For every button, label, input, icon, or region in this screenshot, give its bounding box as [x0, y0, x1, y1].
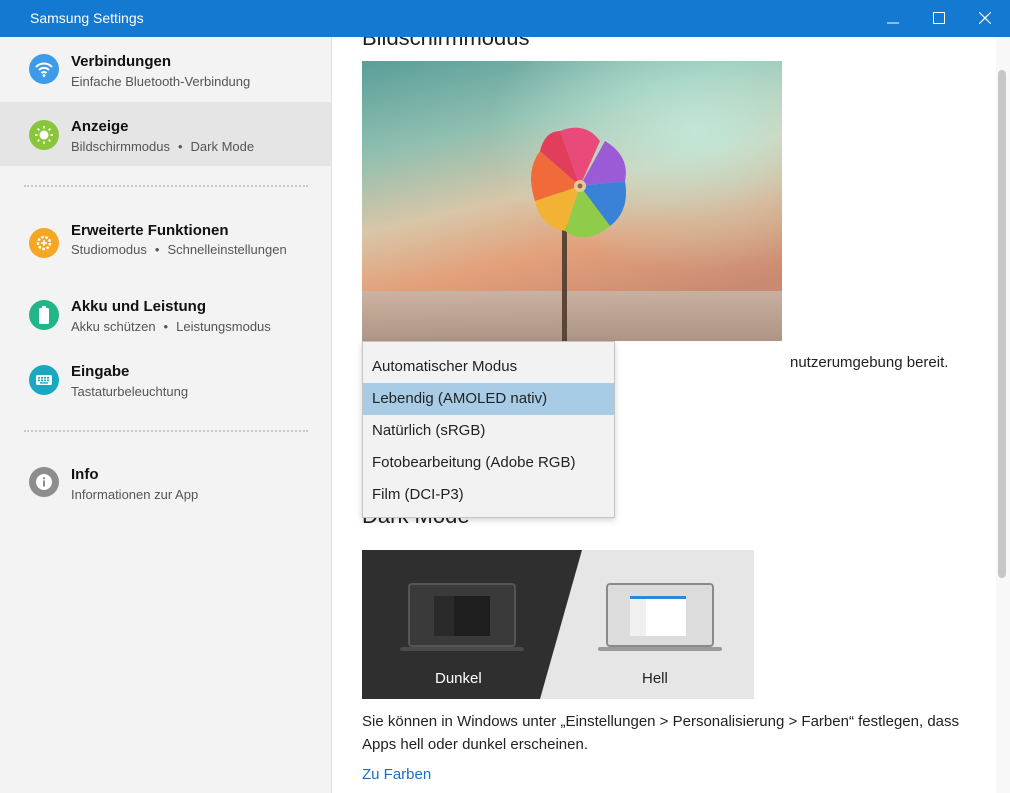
sidebar-item-akku[interactable]: Akku und Leistung Akku schützen • Leistung…: [0, 290, 331, 354]
sidebar-item-subtitle: Tastaturbeleuchtung: [71, 384, 188, 399]
info-icon: [29, 467, 59, 497]
sidebar-item-subtitle: Bildschirmmodus • Dark Mode: [71, 139, 254, 154]
close-icon: [979, 12, 991, 24]
scrollbar-thumb[interactable]: [998, 70, 1006, 578]
sidebar-item-info[interactable]: Info Informationen zur App: [0, 458, 331, 522]
window-title: Samsung Settings: [30, 10, 144, 26]
subtitle-part: Tastaturbeleuchtung: [71, 384, 189, 399]
separator-dot: •: [177, 139, 183, 154]
subtitle-part: Bildschirmmodus: [71, 139, 170, 154]
dropdown-option-film[interactable]: Film (DCI-P3): [363, 479, 614, 511]
sidebar: Verbindungen Einfache Bluetooth-Verbindu…: [0, 37, 332, 793]
dropdown-option-automatic[interactable]: Automatischer Modus: [363, 351, 614, 383]
subtitle-part: Akku schützen: [71, 319, 156, 334]
separator-dot: •: [163, 319, 169, 334]
sidebar-item-anzeige[interactable]: Anzeige Bildschirmmodus • Dark Mode: [0, 102, 331, 166]
dark-mode-info-text: Sie können in Windows unter „Einstellung…: [362, 713, 960, 753]
sidebar-item-subtitle: Akku schützen • Leistungsmodus: [71, 319, 271, 334]
sidebar-divider: [24, 430, 308, 432]
brightness-icon: [29, 120, 59, 150]
subtitle-part: Informationen zur App: [71, 487, 199, 502]
section-heading-display-mode: Bildschirmmodus: [362, 37, 530, 50]
sidebar-item-title: Akku und Leistung: [71, 298, 206, 315]
minimize-button[interactable]: [870, 0, 916, 37]
subtitle-part: Einfache Bluetooth-Verbindung: [71, 74, 251, 89]
display-mode-dropdown[interactable]: Automatischer Modus Lebendig (AMOLED nat…: [362, 341, 615, 518]
dropdown-option-vivid[interactable]: Lebendig (AMOLED nativ): [363, 383, 614, 415]
sidebar-item-verbindungen[interactable]: Verbindungen Einfache Bluetooth-Verbindu…: [0, 37, 331, 101]
sidebar-item-title: Anzeige: [71, 118, 129, 135]
subtitle-part: Dark Mode: [190, 139, 255, 154]
separator-dot: •: [154, 242, 160, 257]
light-option-label[interactable]: Hell: [642, 670, 668, 687]
sidebar-divider: [24, 185, 308, 187]
sidebar-item-subtitle: Informationen zur App: [71, 487, 198, 502]
dropdown-option-photo-editing[interactable]: Fotobearbeitung (Adobe RGB): [363, 447, 614, 479]
dropdown-option-natural[interactable]: Natürlich (sRGB): [363, 415, 614, 447]
display-mode-description: nutzerumgebung bereit.: [790, 354, 949, 371]
sidebar-item-title: Erweiterte Funktionen: [71, 222, 229, 239]
subtitle-part: Studiomodus: [71, 242, 147, 257]
battery-icon: [29, 300, 59, 330]
wifi-icon: [29, 54, 59, 84]
dark-mode-selector: Dunkel Hell: [362, 550, 754, 699]
title-bar: Samsung Settings: [0, 0, 1010, 37]
subtitle-part: Schnelleinstellungen: [167, 242, 287, 257]
subtitle-part: Leistungsmodus: [176, 319, 271, 334]
sidebar-item-subtitle: Studiomodus • Schnelleinstellungen: [71, 242, 287, 257]
sidebar-item-erweiterte-funktionen[interactable]: Erweiterte Funktionen Studiomodus • Schnel…: [0, 213, 331, 277]
sidebar-item-title: Verbindungen: [71, 53, 172, 70]
sidebar-item-title: Eingabe: [71, 363, 130, 380]
sidebar-item-title: Info: [71, 466, 99, 483]
sidebar-item-subtitle: Einfache Bluetooth-Verbindung: [71, 74, 250, 89]
colors-settings-link[interactable]: Zu Farben: [362, 766, 431, 783]
sidebar-item-eingabe[interactable]: Eingabe Tastaturbeleuchtung: [0, 355, 331, 419]
keyboard-icon: [29, 365, 59, 395]
minimize-icon: [887, 22, 899, 24]
dark-option-label[interactable]: Dunkel: [435, 670, 482, 687]
maximize-icon: [933, 12, 945, 24]
close-button[interactable]: [962, 0, 1008, 37]
gear-plus-icon: [29, 228, 59, 258]
maximize-button[interactable]: [916, 0, 962, 37]
display-mode-preview-image: [362, 61, 782, 341]
